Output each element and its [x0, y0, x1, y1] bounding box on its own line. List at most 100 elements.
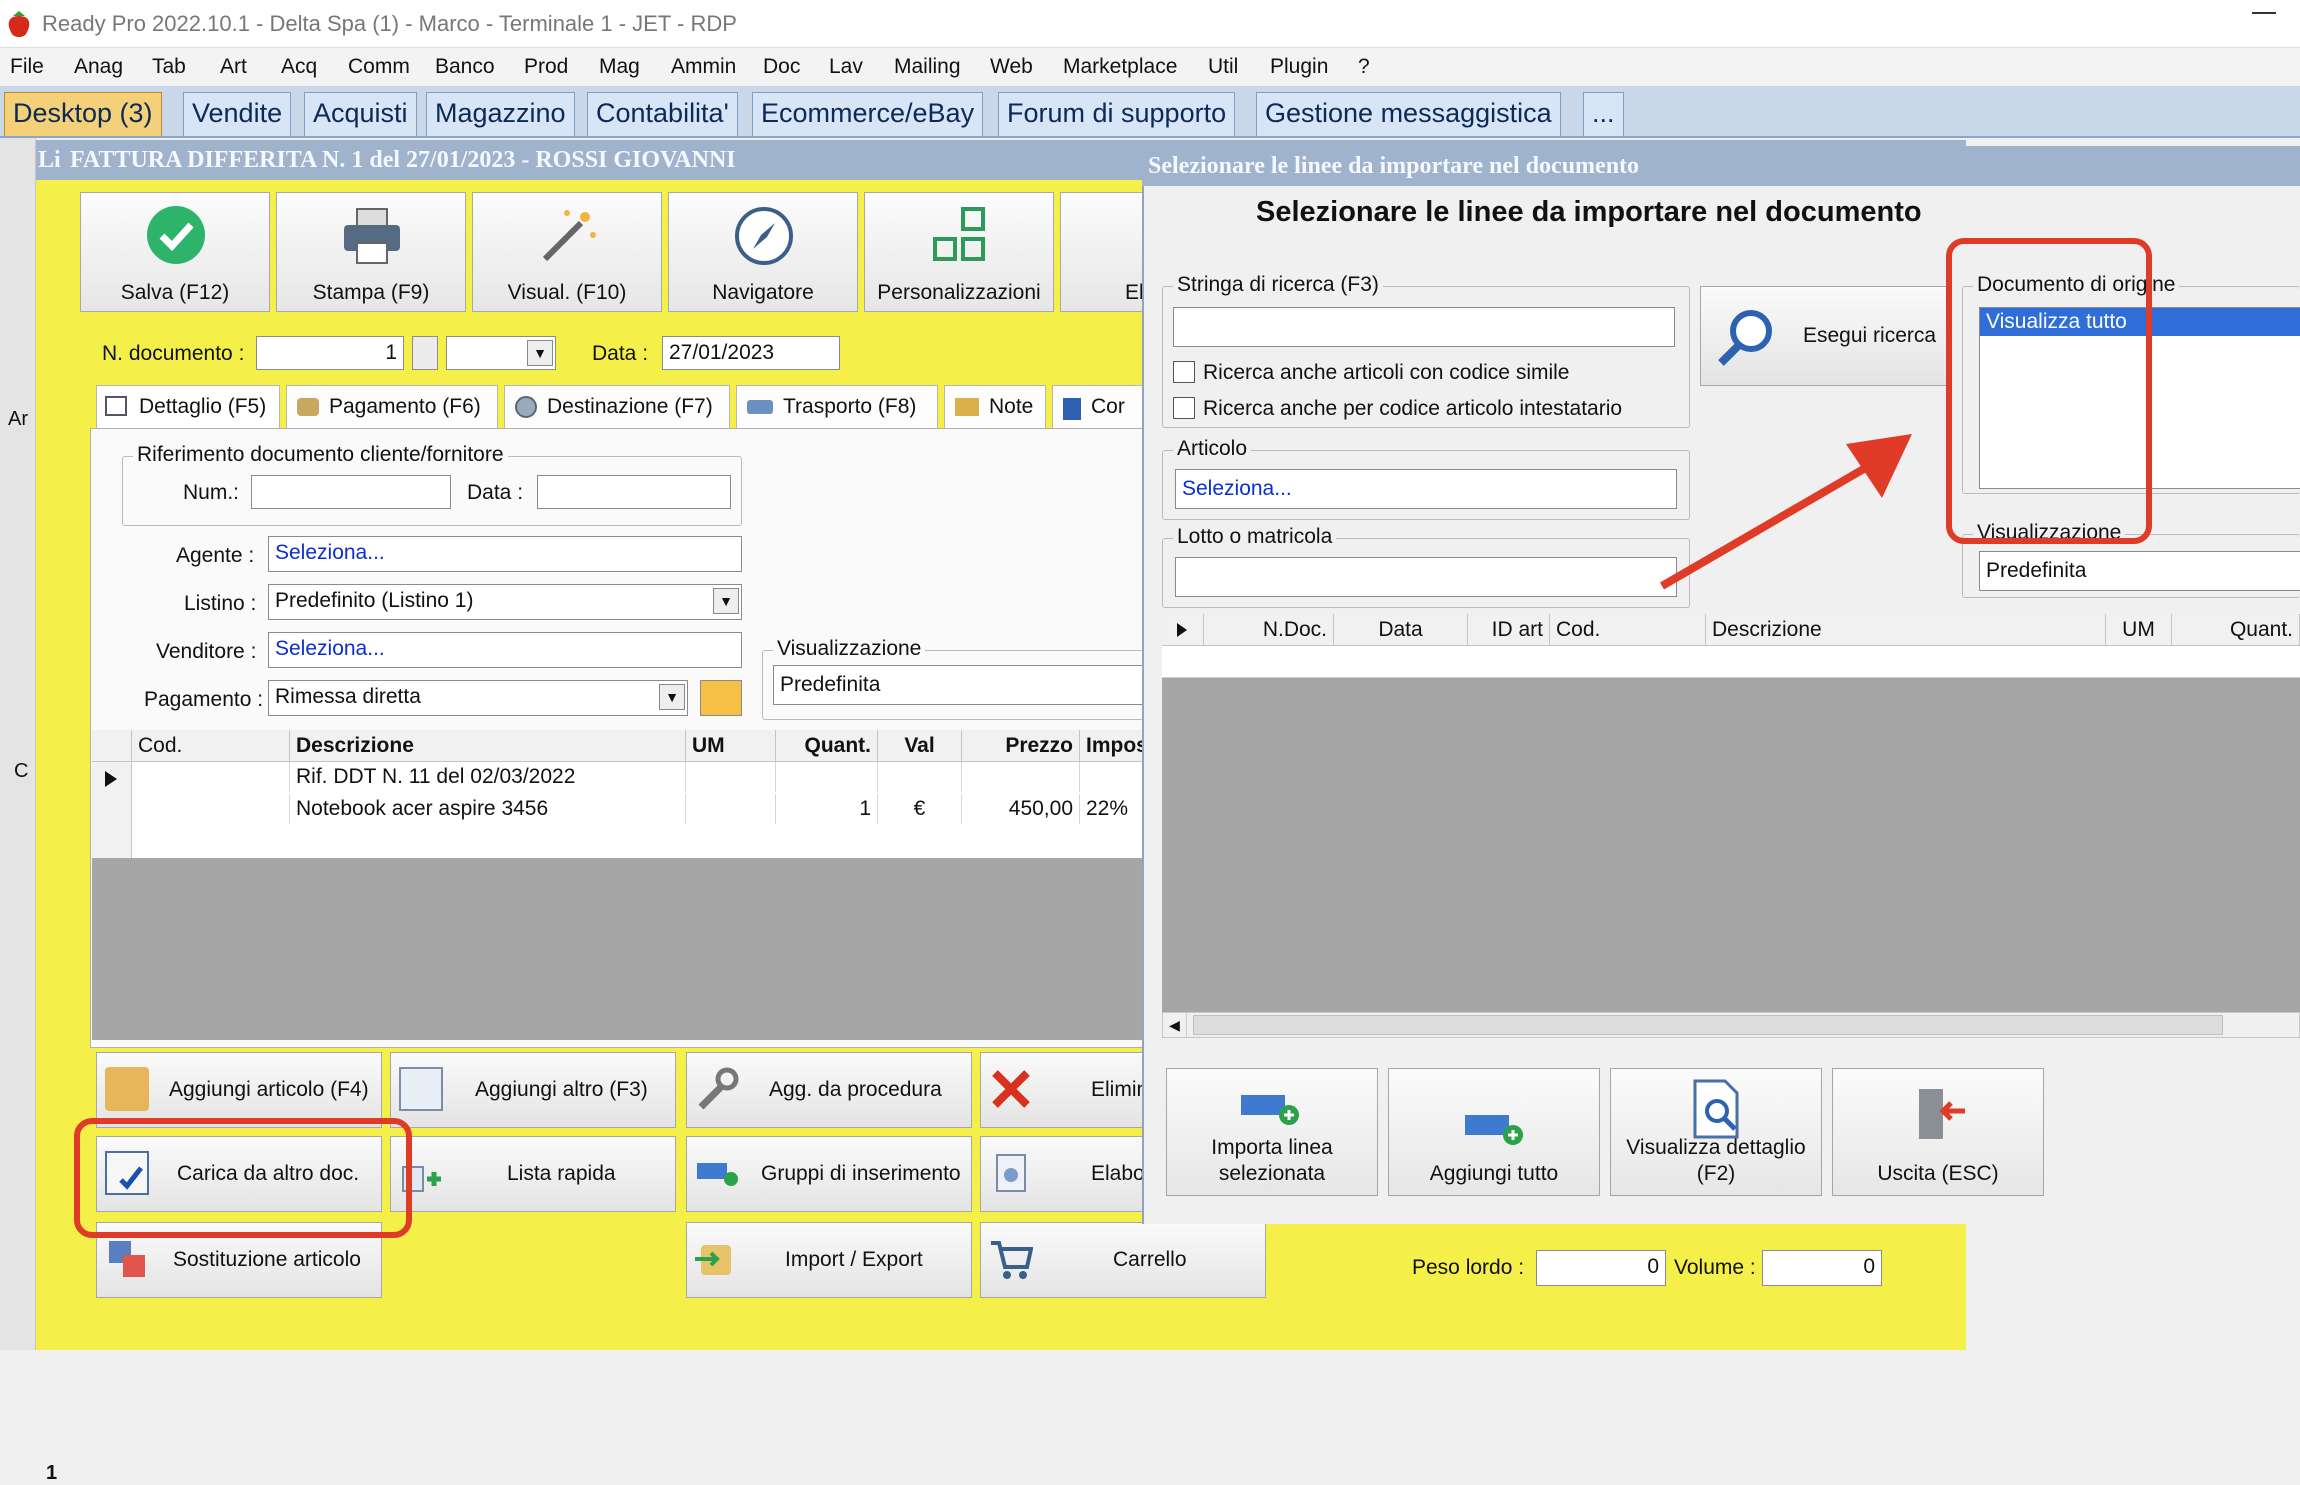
import-export-button[interactable]: Import / Export	[686, 1222, 972, 1298]
menu-acq[interactable]: Acq	[281, 55, 317, 79]
col-data[interactable]: Data	[1334, 614, 1468, 646]
col-descrizione[interactable]: Descrizione	[1706, 614, 2106, 646]
insert-groups-button[interactable]: Gruppi di inserimento	[686, 1136, 972, 1212]
run-search-button[interactable]: Esegui ricerca	[1700, 286, 1948, 386]
cart-button[interactable]: Carrello	[980, 1222, 1266, 1298]
ndoc-series-select[interactable]: ▼	[446, 336, 556, 370]
tab-trasporto[interactable]: Trasporto (F8)	[736, 385, 938, 429]
seller-field[interactable]: Seleziona...	[268, 632, 742, 668]
similar-code-checkbox[interactable]	[1173, 361, 1195, 383]
col-descrizione[interactable]: Descrizione	[290, 730, 686, 762]
add-all-button[interactable]: Aggiungi tutto	[1388, 1068, 1600, 1196]
col-um[interactable]: UM	[2106, 614, 2172, 646]
table-row-empty[interactable]	[1162, 646, 2300, 678]
menu-tab[interactable]: Tab	[152, 55, 186, 79]
horizontal-scrollbar[interactable]: ◀	[1162, 1012, 2300, 1038]
col-um[interactable]: UM	[686, 730, 776, 762]
tab-messaggistica[interactable]: Gestione messaggistica	[1256, 92, 1561, 136]
add-from-procedure-button[interactable]: Agg. da procedura	[686, 1052, 972, 1128]
tab-more[interactable]: ...	[1583, 92, 1624, 136]
chevron-down-icon[interactable]: ▼	[527, 340, 553, 366]
search-input[interactable]	[1173, 307, 1675, 347]
save-button[interactable]: Salva (F12)	[80, 192, 270, 312]
tab-destinazione[interactable]: Destinazione (F7)	[504, 385, 730, 429]
lot-field[interactable]	[1175, 557, 1677, 597]
agent-field[interactable]: Seleziona...	[268, 536, 742, 572]
tab-ecommerce[interactable]: Ecommerce/eBay	[752, 92, 984, 136]
menu-web[interactable]: Web	[990, 55, 1033, 79]
menu-comm[interactable]: Comm	[348, 55, 410, 79]
col-quant[interactable]: Quant.	[776, 730, 878, 762]
col-prezzo[interactable]: Prezzo	[962, 730, 1080, 762]
ref-num-field[interactable]	[251, 475, 451, 509]
table-row[interactable]: Rif. DDT N. 11 del 02/03/2022	[132, 762, 1146, 794]
pricelist-select[interactable]: Predefinito (Listino 1) ▼	[268, 584, 742, 620]
date-field[interactable]: 27/01/2023	[662, 336, 840, 370]
tab-dettaglio[interactable]: Dettaglio (F5)	[96, 385, 280, 429]
menu-prod[interactable]: Prod	[524, 55, 568, 79]
tab-cor[interactable]: Cor	[1052, 385, 1144, 429]
tab-contabilita[interactable]: Contabilita'	[587, 92, 738, 136]
print-button[interactable]: Stampa (F9)	[276, 192, 466, 312]
col-id-art[interactable]: ID art	[1468, 614, 1550, 646]
col-ndoc[interactable]: N.Doc.	[1204, 614, 1334, 646]
article-field[interactable]: Seleziona...	[1175, 469, 1677, 509]
customize-button[interactable]: Personalizzazioni	[864, 192, 1054, 312]
volume-field[interactable]: 0	[1762, 1250, 1882, 1286]
elaborate-button[interactable]: Elabo	[980, 1136, 1146, 1212]
view-select[interactable]: Predefinita	[773, 665, 1149, 705]
table-row[interactable]: Notebook acer aspire 3456 1 € 450,00 22%	[132, 794, 1146, 826]
ndoc-suffix-button[interactable]	[412, 336, 438, 370]
import-line-button[interactable]: Importa linea selezionata	[1166, 1068, 1378, 1196]
chevron-down-icon[interactable]: ▼	[713, 588, 739, 614]
exit-button[interactable]: Uscita (ESC)	[1832, 1068, 2044, 1196]
tab-forum[interactable]: Forum di supporto	[998, 92, 1236, 136]
menu-lav[interactable]: Lav	[829, 55, 863, 79]
background-window-strip: Ar C 1	[0, 138, 57, 1484]
dialog-view-select[interactable]: Predefinita	[1979, 551, 2300, 591]
payment-select[interactable]: Rimessa diretta ▼	[268, 680, 688, 716]
tab-vendite[interactable]: Vendite	[183, 92, 292, 136]
ref-date-field[interactable]	[537, 475, 731, 509]
menu-banco[interactable]: Banco	[435, 55, 495, 79]
col-val[interactable]: Val	[878, 730, 962, 762]
col-imposte[interactable]: Imposte	[1080, 730, 1146, 762]
view-button[interactable]: Visual. (F10)	[472, 192, 662, 312]
menu-doc[interactable]: Doc	[763, 55, 800, 79]
ndoc-field[interactable]: 1	[256, 336, 404, 370]
tab-note[interactable]: Note	[944, 385, 1046, 429]
menu-file[interactable]: File	[10, 55, 44, 79]
scroll-left-icon[interactable]: ◀	[1163, 1013, 1187, 1037]
col-cod[interactable]: Cod.	[132, 730, 290, 762]
scroll-thumb[interactable]	[1193, 1015, 2223, 1035]
navigator-button[interactable]: Navigatore	[668, 192, 858, 312]
menu-help[interactable]: ?	[1358, 55, 1370, 79]
menu-mag[interactable]: Mag	[599, 55, 640, 79]
holder-code-checkbox[interactable]	[1173, 397, 1195, 419]
add-article-button[interactable]: Aggiungi articolo (F4)	[96, 1052, 382, 1128]
menu-art[interactable]: Art	[220, 55, 247, 79]
col-quant[interactable]: Quant.	[2172, 614, 2300, 646]
menu-plugin[interactable]: Plugin	[1270, 55, 1328, 79]
menu-util[interactable]: Util	[1208, 55, 1238, 79]
menu-marketplace[interactable]: Marketplace	[1063, 55, 1177, 79]
chevron-down-icon[interactable]: ▼	[659, 684, 685, 710]
menu-ammin[interactable]: Ammin	[671, 55, 736, 79]
col-cod[interactable]: Cod.	[1550, 614, 1706, 646]
menu-anag[interactable]: Anag	[74, 55, 123, 79]
payment-folder-icon[interactable]	[700, 680, 742, 716]
add-other-button[interactable]: Aggiungi altro (F3)	[390, 1052, 676, 1128]
minimize-icon[interactable]	[2252, 12, 2276, 14]
tab-desktop[interactable]: Desktop (3)	[4, 92, 162, 136]
gross-weight-field[interactable]: 0	[1536, 1250, 1666, 1286]
menu-mailing[interactable]: Mailing	[894, 55, 961, 79]
delete-doc-button[interactable]: El	[1060, 192, 1144, 312]
tab-magazzino[interactable]: Magazzino	[426, 92, 575, 136]
tab-acquisti[interactable]: Acquisti	[304, 92, 417, 136]
view-detail-button[interactable]: Visualizza dettaglio (F2)	[1610, 1068, 1822, 1196]
quick-list-button[interactable]: Lista rapida	[390, 1136, 676, 1212]
table-row-empty[interactable]	[132, 826, 1146, 858]
truck-icon	[747, 400, 773, 414]
delete-button[interactable]: Elimin	[980, 1052, 1146, 1128]
tab-pagamento[interactable]: Pagamento (F6)	[286, 385, 498, 429]
